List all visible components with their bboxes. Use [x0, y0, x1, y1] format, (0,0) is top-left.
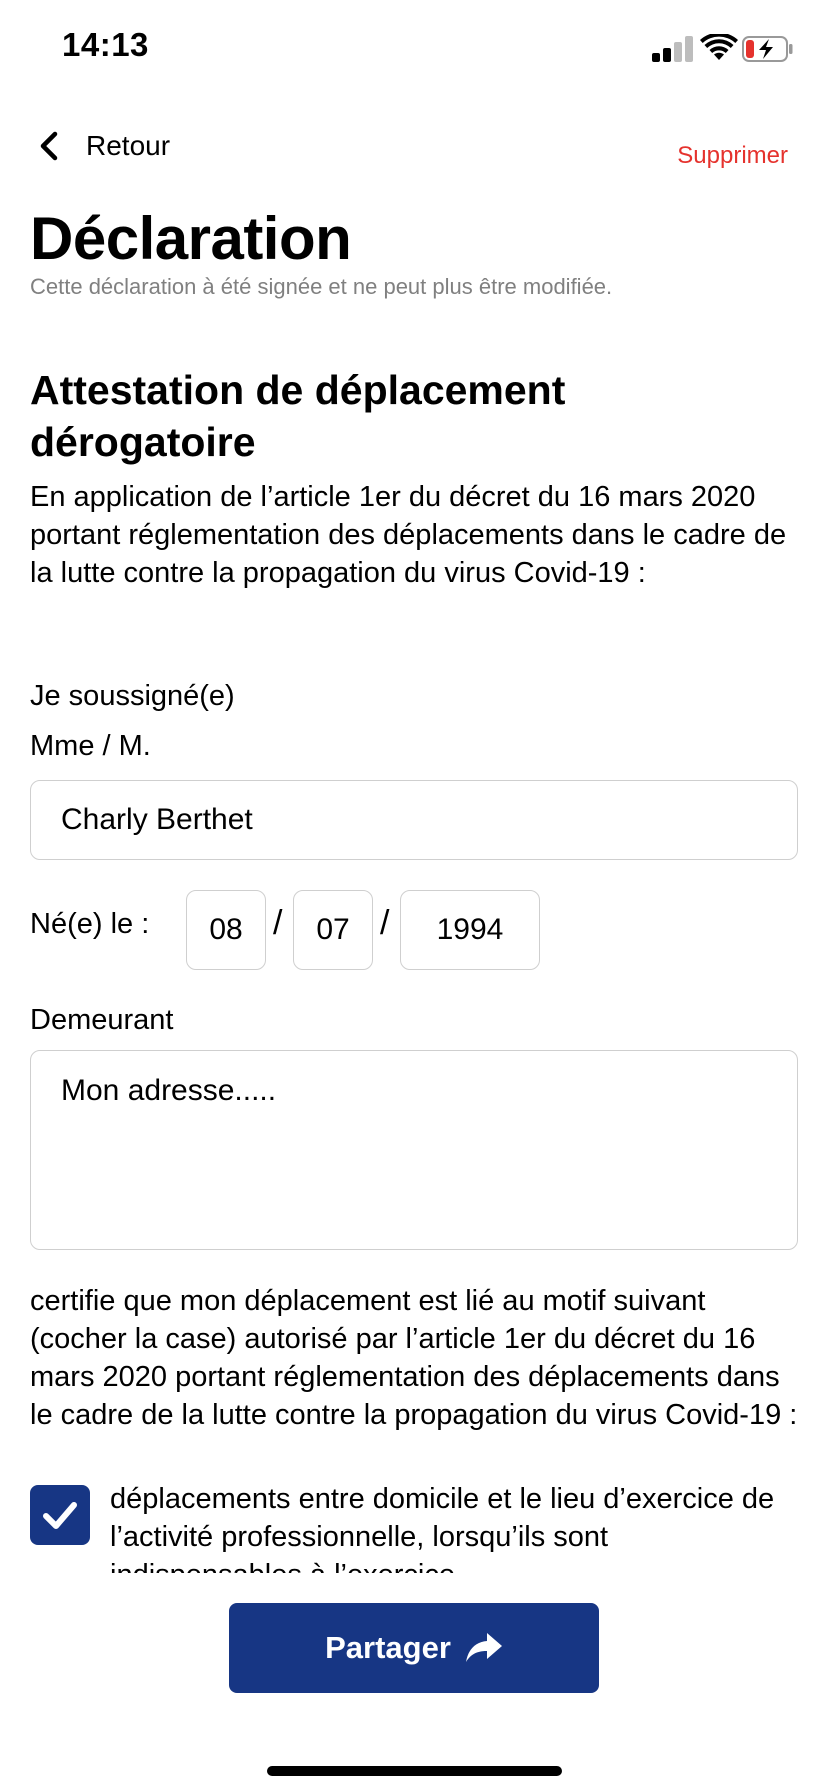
date-separator: / [273, 904, 283, 942]
back-button[interactable]: Retour [30, 124, 170, 168]
birth-year-field[interactable]: 1994 [400, 890, 540, 970]
birth-month-field[interactable]: 07 [293, 890, 373, 970]
birth-date-label: Né(e) le : [30, 908, 150, 940]
certification-text: certifie que mon déplacement est lié au … [30, 1285, 798, 1431]
wifi-icon [700, 34, 738, 60]
name-field[interactable]: Charly Berthet [30, 780, 798, 860]
delete-button[interactable]: Supprimer [677, 142, 788, 170]
attestation-intro: En application de l’article 1er du décre… [30, 481, 787, 589]
share-button[interactable]: Partager [229, 1603, 599, 1693]
status-time: 14:13 [62, 26, 149, 63]
share-label: Partager [325, 1630, 451, 1665]
checkmark-icon [43, 1502, 77, 1529]
chevron-left-icon [40, 131, 58, 161]
battery-charging-icon [742, 36, 793, 62]
birth-day-field[interactable]: 08 [186, 890, 266, 970]
reason-list-item: déplacements entre domicile et le lieu d… [30, 1480, 800, 1573]
reason-checkbox[interactable] [30, 1485, 90, 1545]
home-indicator [267, 1766, 562, 1776]
date-separator: / [380, 904, 390, 942]
address-label: Demeurant [30, 1004, 174, 1036]
attestation-title: Attestation de déplacement dérogatoire [30, 367, 566, 465]
address-field[interactable]: Mon adresse..... [30, 1050, 798, 1250]
page-title: Déclaration [30, 205, 352, 272]
reason-label: déplacements entre domicile et le lieu d… [110, 1483, 775, 1573]
share-arrow-icon [465, 1633, 502, 1662]
cellular-signal-icon [652, 34, 694, 62]
name-label: Mme / M. [30, 730, 151, 762]
soussigne-label: Je soussigné(e) [30, 680, 235, 712]
page-subtitle: Cette déclaration à été signée et ne peu… [30, 274, 613, 299]
back-label: Retour [86, 130, 171, 161]
